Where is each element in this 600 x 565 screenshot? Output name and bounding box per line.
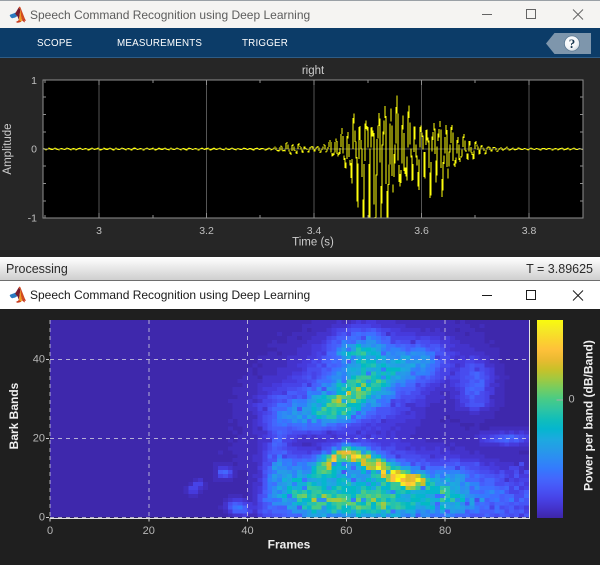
svg-text:-1: -1 <box>28 213 37 225</box>
svg-text:Amplitude: Amplitude <box>2 123 14 174</box>
svg-text:3.2: 3.2 <box>199 225 214 237</box>
svg-text:40: 40 <box>241 525 253 537</box>
svg-text:20: 20 <box>143 525 155 537</box>
svg-text:20: 20 <box>33 433 45 445</box>
svg-text:3.4: 3.4 <box>307 225 322 237</box>
svg-text:0: 0 <box>31 144 37 156</box>
svg-text:80: 80 <box>439 525 451 537</box>
svg-text:3.8: 3.8 <box>522 225 537 237</box>
svg-text:40: 40 <box>33 354 45 366</box>
svg-text:0: 0 <box>39 512 45 524</box>
svg-text:right: right <box>302 65 325 77</box>
svg-text:Frames: Frames <box>268 538 311 552</box>
svg-text:60: 60 <box>340 525 352 537</box>
svg-text:1: 1 <box>31 75 37 87</box>
svg-text:Bark Bands: Bark Bands <box>7 382 21 449</box>
svg-text:3: 3 <box>96 225 102 237</box>
svg-text:0: 0 <box>569 394 575 406</box>
svg-text:0: 0 <box>47 525 53 537</box>
svg-text:3.6: 3.6 <box>414 225 429 237</box>
svg-text:Power per band (dB/Band): Power per band (dB/Band) <box>582 340 596 491</box>
svg-text:?: ? <box>569 36 576 51</box>
svg-text:Time (s): Time (s) <box>292 237 334 249</box>
